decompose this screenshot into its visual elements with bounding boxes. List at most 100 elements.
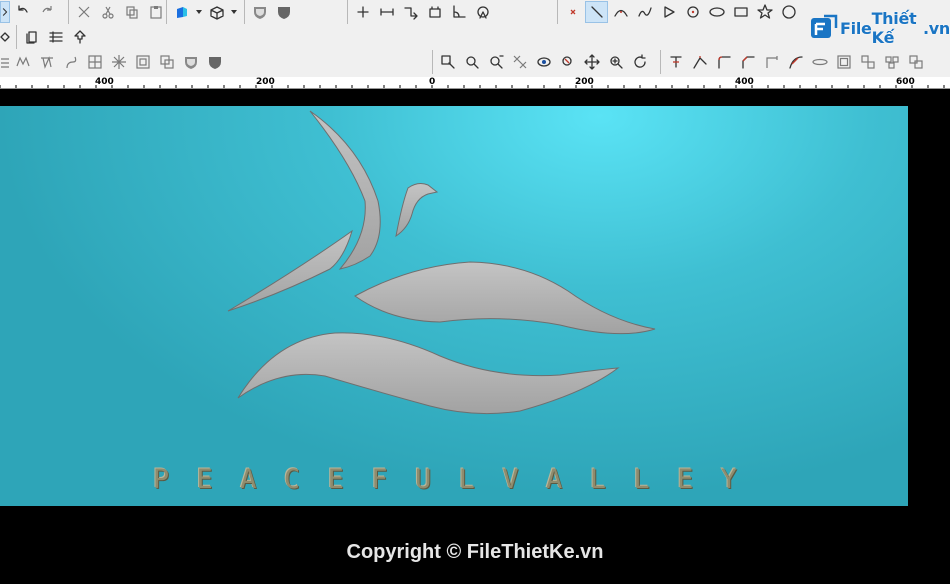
merge-icon[interactable] <box>904 51 927 73</box>
refresh-icon[interactable] <box>628 51 651 73</box>
shield-filled-icon[interactable] <box>203 51 226 73</box>
toolbar-group-modify <box>660 50 928 74</box>
zoom-fit-icon[interactable] <box>508 51 531 73</box>
array-icon[interactable] <box>880 51 903 73</box>
crosshair-icon[interactable] <box>351 1 374 23</box>
angle-icon[interactable] <box>447 1 470 23</box>
drawing-canvas[interactable]: PEACEFULVALLEY Copyright © FileThietKe.v… <box>0 89 950 584</box>
copy-icon[interactable] <box>120 1 143 23</box>
ruler-label: 400 <box>95 77 114 87</box>
dropdown-icon[interactable] <box>194 1 204 23</box>
twist-icon[interactable] <box>59 51 82 73</box>
swoosh-tail-shape <box>227 229 353 312</box>
curve-icon[interactable] <box>11 51 34 73</box>
star-icon[interactable] <box>753 1 776 23</box>
horizontal-ruler: 400 200 0 200 400 600 <box>0 77 950 89</box>
mesh-icon[interactable] <box>0 51 10 73</box>
offset-rect-icon[interactable] <box>832 51 855 73</box>
copyright-text: Copyright © FileThietKe.vn <box>346 541 604 563</box>
toolbar-group-surface <box>0 50 227 74</box>
relief-artboard[interactable]: PEACEFULVALLEY <box>0 106 908 506</box>
cut-icon[interactable] <box>72 1 95 23</box>
valley-letter: V <box>502 464 519 495</box>
polyline-icon[interactable] <box>633 1 656 23</box>
toolbar-group-shields <box>244 0 296 24</box>
copy-shape-icon[interactable] <box>856 51 879 73</box>
valley-letter: C <box>283 464 301 495</box>
blend-icon[interactable] <box>784 51 807 73</box>
snap-icon[interactable] <box>399 1 422 23</box>
zoom-out-icon[interactable] <box>484 51 507 73</box>
eye-icon[interactable] <box>532 51 555 73</box>
toolbar-group-view <box>0 25 11 49</box>
circle-icon[interactable] <box>777 1 800 23</box>
dropdown-icon[interactable] <box>229 1 239 23</box>
dimension-icon[interactable] <box>375 1 398 23</box>
undo-icon[interactable] <box>11 1 34 23</box>
fillet-icon[interactable] <box>712 51 735 73</box>
zoom-select-icon[interactable] <box>556 51 579 73</box>
toolbar-group-edit <box>0 0 59 24</box>
valley-letter: E <box>677 464 694 495</box>
pan-icon[interactable] <box>580 51 603 73</box>
diamond-icon[interactable] <box>0 26 10 48</box>
grid-icon[interactable] <box>44 26 67 48</box>
shield-filled-icon[interactable] <box>272 1 295 23</box>
valley-letter: U <box>414 464 432 495</box>
corner-icon[interactable] <box>760 51 783 73</box>
rotate-view-icon[interactable] <box>471 1 494 23</box>
toolbar-group-layers <box>16 25 92 49</box>
toolbar-group-measure <box>347 0 495 24</box>
trim-icon[interactable] <box>664 51 687 73</box>
box3d-icon[interactable] <box>205 1 228 23</box>
ruler-label: 600 <box>896 77 915 87</box>
shield-icon[interactable] <box>179 51 202 73</box>
logo-icon <box>810 14 838 42</box>
valley-letter: A <box>546 464 563 495</box>
zoom-icon[interactable] <box>604 51 627 73</box>
shield-icon[interactable] <box>248 1 271 23</box>
valley-letter: E <box>196 464 213 495</box>
lower-wave-shape <box>237 332 620 415</box>
ruler-label: 400 <box>735 77 754 87</box>
valley-letter: L <box>589 464 606 495</box>
cad-window: File Thiết Kế .vn 400 200 0 200 400 600 <box>0 0 950 584</box>
rectangle-icon[interactable] <box>729 1 752 23</box>
tree-icon[interactable] <box>68 26 91 48</box>
layers-icon[interactable] <box>20 26 43 48</box>
redo-icon[interactable] <box>35 1 58 23</box>
ruler-label: 200 <box>256 77 275 87</box>
delete-icon[interactable] <box>561 1 584 23</box>
triangle-icon[interactable] <box>657 1 680 23</box>
slot-icon[interactable] <box>808 51 831 73</box>
extend-icon[interactable] <box>688 51 711 73</box>
grid-box-icon[interactable] <box>83 51 106 73</box>
zoom-in-icon[interactable] <box>460 51 483 73</box>
paste-icon[interactable] <box>144 1 167 23</box>
measure-icon[interactable] <box>423 1 446 23</box>
circle-point-icon[interactable] <box>681 1 704 23</box>
brand-logo: File Thiết Kế .vn <box>810 9 950 47</box>
chamfer-icon[interactable] <box>736 51 759 73</box>
toolbar-group-draw <box>557 0 801 24</box>
ellipse-icon[interactable] <box>705 1 728 23</box>
union-icon[interactable] <box>155 51 178 73</box>
spline-icon[interactable] <box>35 51 58 73</box>
zoom-box-icon[interactable] <box>436 51 459 73</box>
cube-icon[interactable] <box>170 1 193 23</box>
arc-icon[interactable] <box>609 1 632 23</box>
logo-suffix: Thiết Kế <box>871 9 917 47</box>
line-icon[interactable] <box>585 1 608 23</box>
dove-head-shape <box>395 183 439 238</box>
burst-icon[interactable] <box>107 51 130 73</box>
save-icon[interactable] <box>0 1 10 23</box>
toolbar-area: File Thiết Kế .vn <box>0 0 950 77</box>
scissors-icon[interactable] <box>96 1 119 23</box>
ruler-label: 0 <box>429 77 436 87</box>
peaceful-valley-text: PEACEFULVALLEY <box>150 464 740 495</box>
valley-letter: P <box>152 464 170 495</box>
valley-letter: E <box>327 464 344 495</box>
toolbar-group-clipboard <box>68 0 168 24</box>
offset-icon[interactable] <box>131 51 154 73</box>
valley-letter: F <box>371 464 388 495</box>
